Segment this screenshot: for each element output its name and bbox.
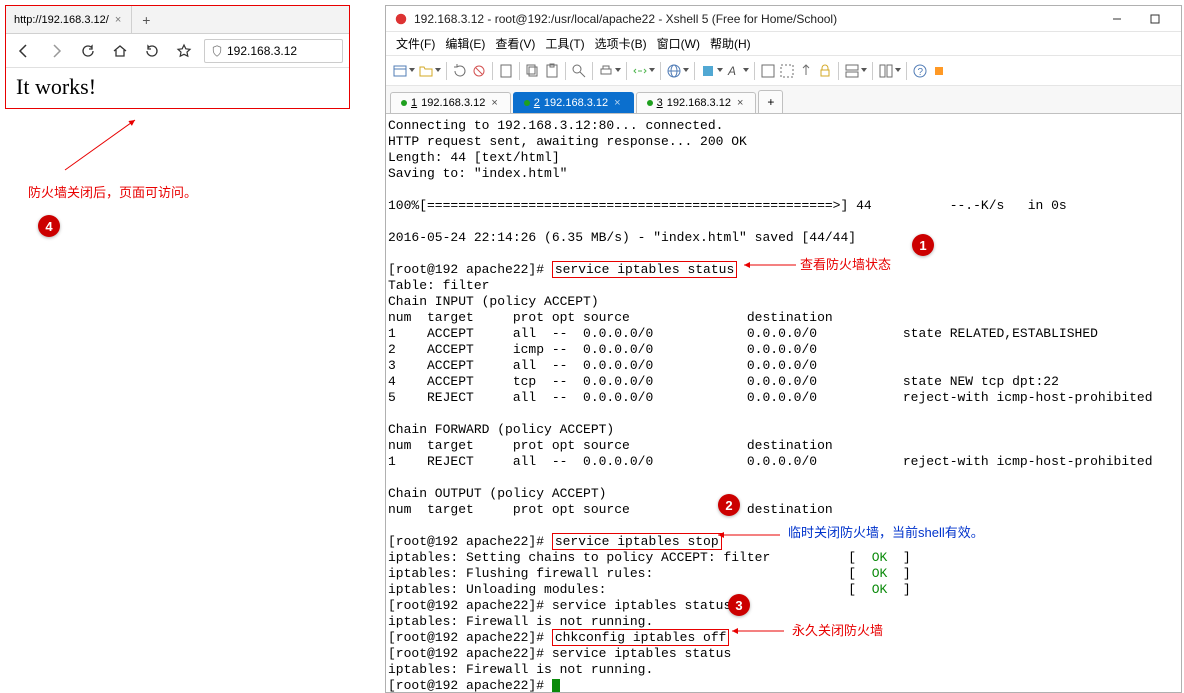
window-title: 192.168.3.12 - root@192:/usr/local/apach… bbox=[414, 12, 1099, 26]
terminal-cursor bbox=[552, 679, 560, 692]
close-icon[interactable]: × bbox=[113, 14, 123, 26]
annotation-bubble-3: 3 bbox=[728, 594, 750, 616]
new-session-tab[interactable]: + bbox=[758, 90, 783, 113]
title-bar: 192.168.3.12 - root@192:/usr/local/apach… bbox=[386, 6, 1181, 32]
annotation-text-1: 查看防火墙状态 bbox=[800, 254, 891, 273]
close-icon[interactable]: × bbox=[612, 97, 622, 109]
refresh-button[interactable] bbox=[76, 39, 100, 63]
shield-icon bbox=[211, 45, 223, 57]
minimize-button[interactable] bbox=[1099, 8, 1135, 30]
app-icon bbox=[394, 12, 408, 26]
back-button[interactable] bbox=[12, 39, 36, 63]
tile-h-icon[interactable] bbox=[844, 63, 860, 79]
close-icon[interactable]: × bbox=[735, 97, 745, 109]
annotation-text-3: 永久关闭防火墙 bbox=[792, 620, 883, 639]
properties-icon[interactable] bbox=[498, 63, 514, 79]
address-text: 192.168.3.12 bbox=[227, 44, 297, 58]
font-icon[interactable]: A bbox=[726, 63, 742, 79]
menu-help[interactable]: 帮助(H) bbox=[706, 33, 755, 54]
lock-icon[interactable] bbox=[817, 63, 833, 79]
menu-bar: 文件(F) 编辑(E) 查看(V) 工具(T) 选项卡(B) 窗口(W) 帮助(… bbox=[386, 32, 1181, 56]
globe-icon[interactable] bbox=[666, 63, 682, 79]
highlighted-command-1: service iptables status bbox=[552, 261, 737, 278]
browser-tab[interactable]: http://192.168.3.12/ × bbox=[6, 6, 132, 33]
home-button[interactable] bbox=[108, 39, 132, 63]
browser-toolbar: 192.168.3.12 bbox=[6, 34, 349, 68]
paste-icon[interactable] bbox=[544, 63, 560, 79]
svg-text:?: ? bbox=[918, 67, 924, 78]
svg-text:A: A bbox=[727, 64, 736, 78]
tab-title: http://192.168.3.12/ bbox=[14, 14, 109, 26]
maximize-button[interactable] bbox=[1137, 8, 1173, 30]
ontop-icon[interactable] bbox=[798, 63, 814, 79]
address-bar[interactable]: 192.168.3.12 bbox=[204, 39, 343, 63]
terminal[interactable]: Connecting to 192.168.3.12:80... connect… bbox=[386, 114, 1181, 692]
annotation-text-4: 防火墙关闭后，页面可访问。 bbox=[28, 182, 197, 201]
session-tab-1[interactable]: 1 192.168.3.12× bbox=[390, 92, 511, 113]
highlighted-command-3: chkconfig iptables off bbox=[552, 629, 730, 646]
copy-icon[interactable] bbox=[525, 63, 541, 79]
color-icon[interactable] bbox=[700, 63, 716, 79]
browser-tabs: http://192.168.3.12/ × + bbox=[6, 6, 349, 34]
info-icon[interactable] bbox=[931, 63, 947, 79]
help-icon[interactable]: ? bbox=[912, 63, 928, 79]
fullscreen-icon[interactable] bbox=[760, 63, 776, 79]
annotation-bubble-1: 1 bbox=[912, 234, 934, 256]
transfer-icon[interactable] bbox=[632, 63, 648, 79]
menu-tools[interactable]: 工具(T) bbox=[541, 33, 588, 54]
menu-window[interactable]: 窗口(W) bbox=[653, 33, 704, 54]
disconnect-icon[interactable] bbox=[471, 63, 487, 79]
reconnect-icon[interactable] bbox=[452, 63, 468, 79]
status-dot-icon bbox=[401, 100, 407, 106]
redo-button[interactable] bbox=[140, 39, 164, 63]
menu-view[interactable]: 查看(V) bbox=[491, 33, 539, 54]
toolbar: A ? bbox=[386, 56, 1181, 86]
menu-edit[interactable]: 编辑(E) bbox=[441, 33, 489, 54]
session-tabs: 1 192.168.3.12× 2 192.168.3.12× 3 192.16… bbox=[386, 86, 1181, 114]
page-content: It works! bbox=[6, 68, 349, 106]
close-icon[interactable]: × bbox=[489, 97, 499, 109]
find-icon[interactable] bbox=[571, 63, 587, 79]
status-dot-icon bbox=[524, 100, 530, 106]
highlighted-command-2: service iptables stop bbox=[552, 533, 722, 550]
print-icon[interactable] bbox=[598, 63, 614, 79]
star-button[interactable] bbox=[172, 39, 196, 63]
annotation-text-2: 临时关闭防火墙，当前shell有效。 bbox=[788, 525, 984, 540]
transparent-icon[interactable] bbox=[779, 63, 795, 79]
browser-window: http://192.168.3.12/ × + 192.168.3.12 It… bbox=[5, 5, 350, 109]
status-dot-icon bbox=[647, 100, 653, 106]
annotation-bubble-2: 2 bbox=[718, 494, 740, 516]
menu-file[interactable]: 文件(F) bbox=[392, 33, 439, 54]
menu-tabs[interactable]: 选项卡(B) bbox=[591, 33, 651, 54]
session-tab-3[interactable]: 3 192.168.3.12× bbox=[636, 92, 757, 113]
xshell-window: 192.168.3.12 - root@192:/usr/local/apach… bbox=[385, 5, 1182, 693]
open-icon[interactable] bbox=[418, 63, 434, 79]
layout-icon[interactable] bbox=[878, 63, 894, 79]
annotation-bubble-4: 4 bbox=[38, 215, 60, 237]
new-session-icon[interactable] bbox=[392, 63, 408, 79]
new-tab-button[interactable]: + bbox=[132, 12, 160, 28]
session-tab-2[interactable]: 2 192.168.3.12× bbox=[513, 92, 634, 113]
forward-button[interactable] bbox=[44, 39, 68, 63]
